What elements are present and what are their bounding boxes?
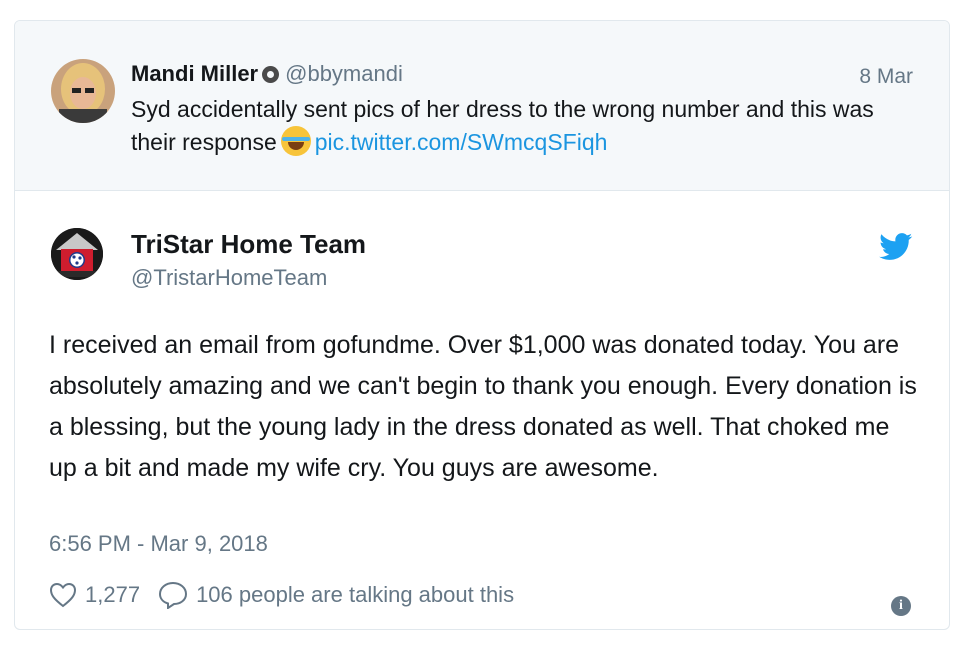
- tweet-actions: 1,277 106 people are talking about this: [49, 579, 514, 611]
- quoted-user-name[interactable]: Mandi Miller: [131, 61, 258, 86]
- quoted-user-header: Mandi Miller @bbymandi: [131, 61, 403, 87]
- quoted-user-avatar[interactable]: [51, 59, 115, 123]
- twitter-bird-icon[interactable]: [879, 233, 913, 261]
- quoted-tweet-text: Syd accidentally sent pics of her dress …: [131, 93, 921, 159]
- tweet-timestamp[interactable]: 6:56 PM - Mar 9, 2018: [49, 531, 268, 557]
- tweet-user-name[interactable]: TriStar Home Team: [131, 229, 366, 260]
- quoted-tweet-date[interactable]: 8 Mar: [859, 65, 913, 89]
- tweet-text: I received an email from gofundme. Over …: [49, 331, 917, 482]
- reply-bubble-icon[interactable]: [158, 581, 188, 609]
- like-count[interactable]: 1,277: [85, 582, 140, 608]
- main-tweet: TriStar Home Team @TristarHomeTeam I rec…: [15, 191, 949, 629]
- verified-badge-icon: [262, 66, 280, 83]
- like-heart-icon[interactable]: [49, 582, 77, 608]
- conversation-count-text[interactable]: 106 people are talking about this: [196, 582, 514, 608]
- tweet-user-avatar[interactable]: [51, 228, 103, 280]
- embedded-tweet-card: Mandi Miller @bbymandi 8 Mar Syd accident…: [14, 20, 950, 630]
- quoted-tweet-media-link[interactable]: pic.twitter.com/SWmcqSFiqh: [315, 129, 608, 155]
- tweet-user-handle[interactable]: @TristarHomeTeam: [131, 265, 327, 291]
- info-icon[interactable]: i: [891, 596, 911, 616]
- tears-of-joy-emoji-icon: [280, 126, 311, 156]
- quoted-user-handle[interactable]: @bbymandi: [285, 61, 403, 86]
- quoted-tweet[interactable]: Mandi Miller @bbymandi 8 Mar Syd accident…: [15, 21, 949, 191]
